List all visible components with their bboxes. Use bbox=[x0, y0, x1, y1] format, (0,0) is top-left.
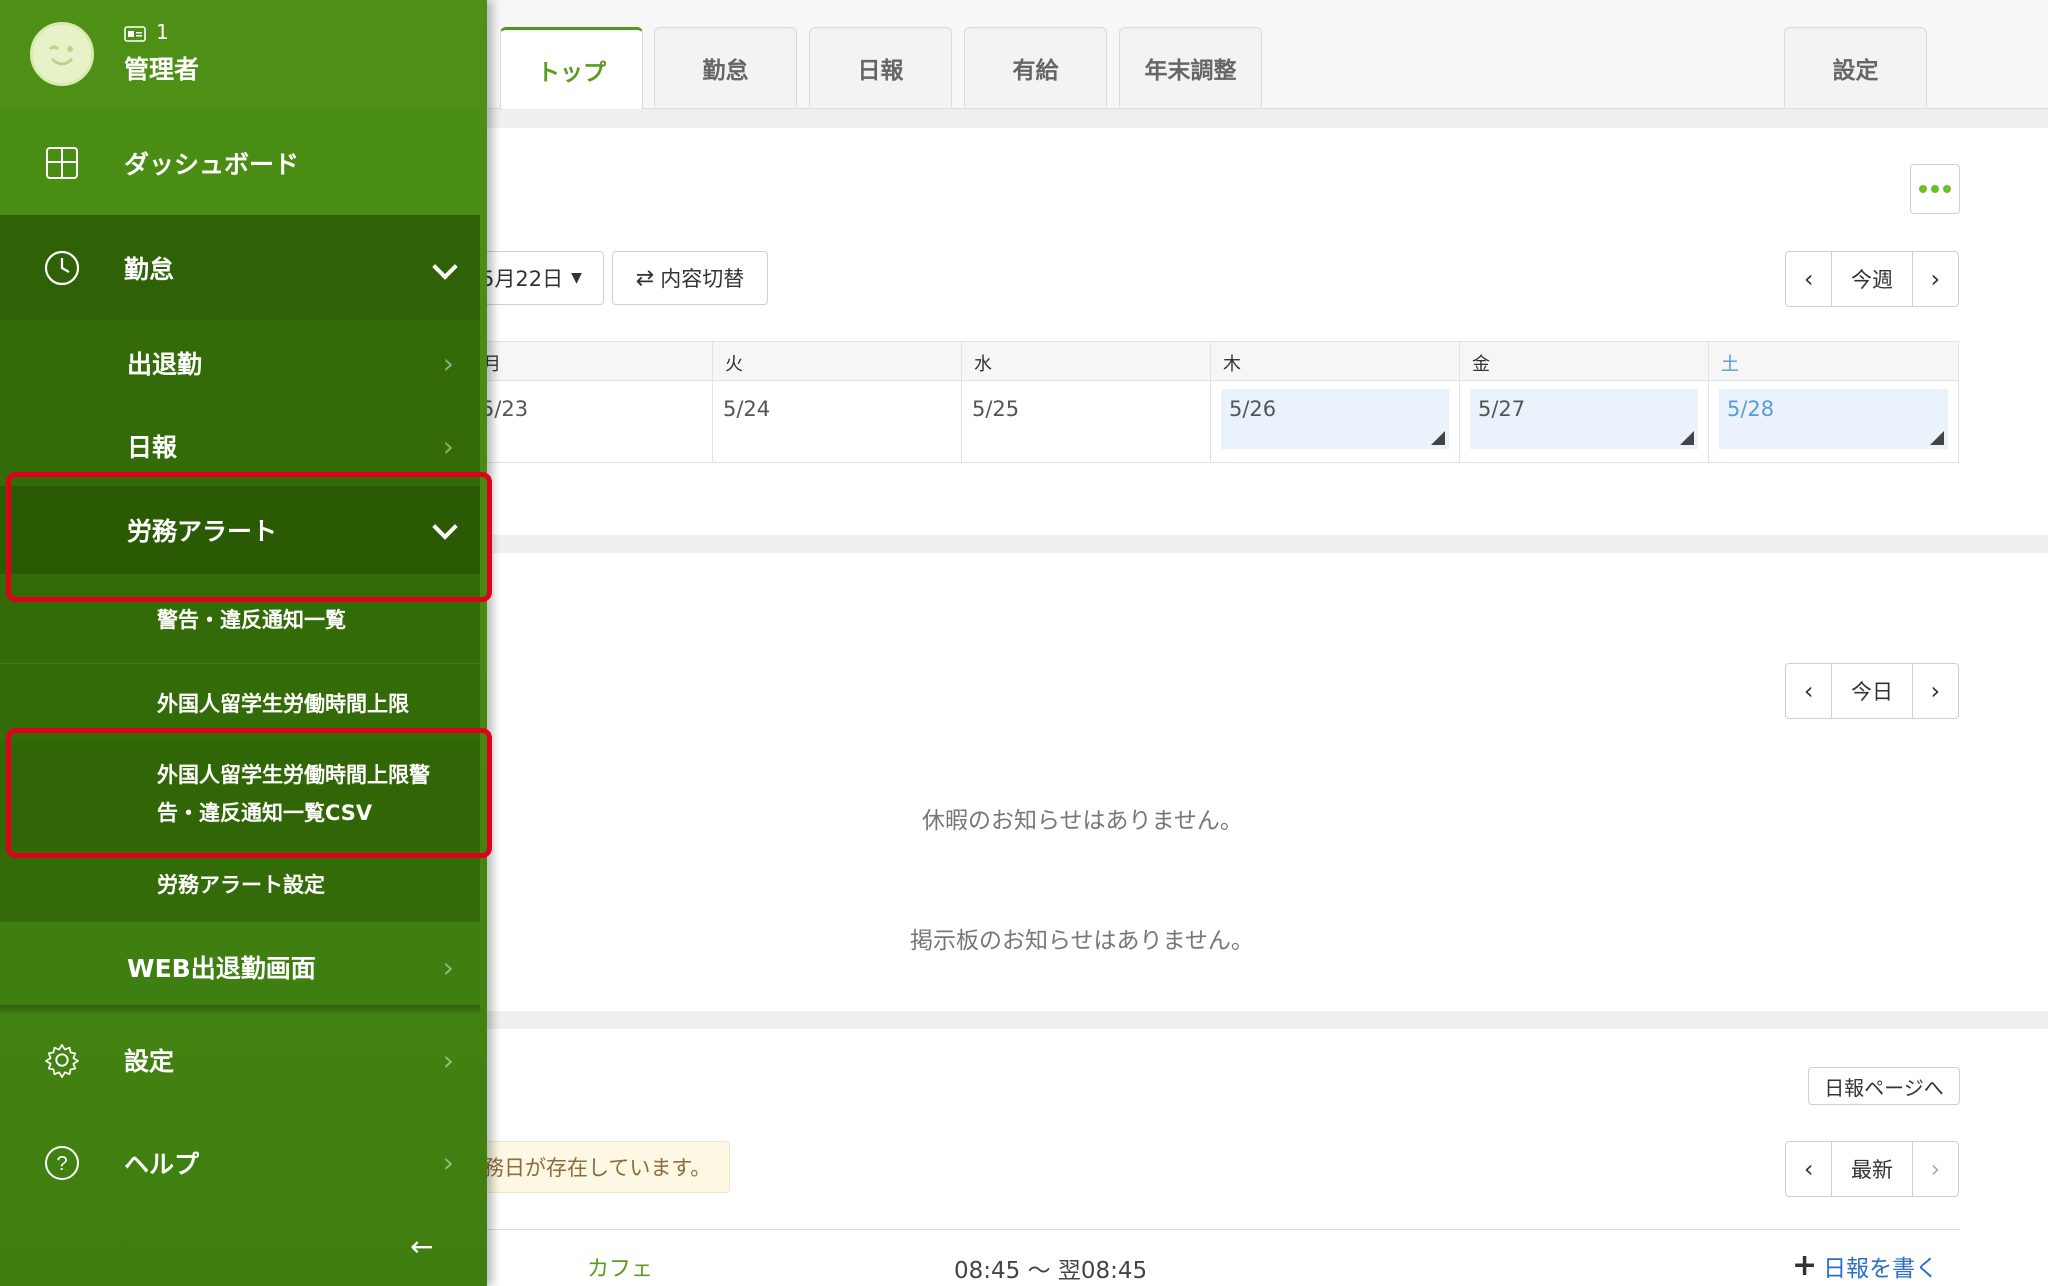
help-icon: ? bbox=[44, 1145, 80, 1181]
sidebar-item-label: 日報 bbox=[127, 433, 178, 462]
day-date-text: 5/27 bbox=[1478, 397, 1526, 421]
tab-year-end[interactable]: 年末調整 bbox=[1119, 27, 1262, 107]
calendar-day[interactable]: 5/24 bbox=[712, 381, 962, 463]
sidebar-item-help[interactable]: ? ヘルプ › bbox=[0, 1115, 480, 1210]
weekday-header: 月 bbox=[470, 341, 713, 381]
divider bbox=[470, 1229, 1960, 1230]
day-date: 5/26 bbox=[1221, 389, 1449, 449]
today-button[interactable]: 今日 bbox=[1831, 664, 1913, 718]
weekday-header: 水 bbox=[961, 341, 1211, 381]
weekday-header-saturday: 土 bbox=[1708, 341, 1959, 381]
tab-settings[interactable]: 設定 bbox=[1784, 27, 1927, 107]
report-time-range: 08:45 ～ 翌08:45 bbox=[954, 1258, 1148, 1284]
clock-icon bbox=[44, 250, 80, 286]
svg-text:?: ? bbox=[56, 1153, 67, 1175]
corner-marker-icon bbox=[1930, 431, 1944, 445]
more-dots-icon bbox=[1919, 185, 1951, 193]
sidebar-item-clock-in-out[interactable]: 出退勤 › bbox=[0, 320, 480, 406]
more-options-button[interactable] bbox=[1910, 164, 1960, 214]
next-day-button[interactable]: › bbox=[1913, 664, 1958, 718]
user-id: 1 bbox=[156, 20, 169, 44]
swap-arrows-icon: ⇄ bbox=[635, 265, 655, 291]
switch-content-button[interactable]: ⇄ 内容切替 bbox=[612, 251, 768, 305]
highlight-box-labor-alert bbox=[6, 472, 492, 602]
divider bbox=[0, 663, 480, 664]
day-date: 5/25 bbox=[972, 397, 1020, 421]
id-card-icon bbox=[124, 26, 146, 42]
chevron-right-icon: › bbox=[442, 1146, 454, 1179]
chevron-right-icon: › bbox=[442, 950, 454, 984]
day-date: 5/24 bbox=[723, 397, 771, 421]
user-name: 管理者 bbox=[124, 55, 200, 84]
daily-report-page-button[interactable]: 日報ページへ bbox=[1808, 1067, 1960, 1105]
day-date-text: 5/26 bbox=[1229, 397, 1277, 421]
sidebar-item-web-clock[interactable]: WEB出退勤画面 › bbox=[0, 922, 480, 1012]
prev-day-button[interactable]: ‹ bbox=[1786, 664, 1831, 718]
sidebar-item-label: WEB出退勤画面 bbox=[127, 954, 316, 983]
report-pager: ‹ 最新 › bbox=[1785, 1141, 1959, 1197]
corner-marker-icon bbox=[1680, 431, 1694, 445]
user-header[interactable]: 1 管理者 bbox=[0, 0, 480, 110]
next-week-button[interactable]: › bbox=[1913, 252, 1958, 306]
dashboard-icon bbox=[44, 145, 80, 181]
calendar-day[interactable]: 5/28 bbox=[1708, 381, 1959, 463]
sidebar: 1 管理者 ダッシュボード 勤怠 出退勤 › 日報 › 労務アラート 警告・違反… bbox=[0, 0, 492, 1286]
plus-icon: + bbox=[1792, 1248, 1818, 1283]
prev-week-button[interactable]: ‹ bbox=[1786, 252, 1831, 306]
day-date-text: 5/28 bbox=[1727, 397, 1775, 421]
day-pager: ‹ 今日 › bbox=[1785, 663, 1959, 719]
board-notice-empty: 掲示板のお知らせはありません。 bbox=[910, 928, 1254, 954]
highlight-box-foreign-limit-csv bbox=[6, 728, 492, 858]
smile-face-icon bbox=[48, 45, 74, 66]
weekday-header: 木 bbox=[1210, 341, 1460, 381]
calendar-day[interactable]: 5/26 bbox=[1210, 381, 1460, 463]
sidebar-item-dashboard[interactable]: ダッシュボード bbox=[0, 110, 480, 215]
tab-top[interactable]: トップ bbox=[500, 27, 643, 109]
prev-report-button[interactable]: ‹ bbox=[1786, 1142, 1831, 1196]
sidebar-item-label: ダッシュボード bbox=[124, 149, 300, 179]
sidebar-item-label: 外国人留学生労働時間上限 bbox=[157, 692, 409, 716]
report-place: カフェ bbox=[587, 1257, 654, 1282]
chevron-right-icon: › bbox=[442, 429, 454, 463]
sidebar-item-attendance[interactable]: 勤怠 bbox=[0, 215, 480, 320]
sidebar-item-label: 警告・違反通知一覧 bbox=[157, 608, 346, 632]
sidebar-item-label: 出退勤 bbox=[127, 350, 203, 379]
write-report-label: 日報を書く bbox=[1823, 1256, 1939, 1282]
sidebar-item-alert-settings[interactable]: 労務アラート設定 bbox=[0, 848, 480, 922]
caret-down-icon: ▼ bbox=[571, 270, 582, 286]
weekday-header: 金 bbox=[1459, 341, 1709, 381]
avatar bbox=[30, 22, 94, 86]
leave-notice-empty: 休暇のお知らせはありません。 bbox=[922, 808, 1243, 834]
calendar-day[interactable]: 5/23 bbox=[470, 381, 713, 463]
week-pager: ‹ 今週 › bbox=[1785, 251, 1959, 307]
tab-attendance[interactable]: 勤怠 bbox=[654, 27, 797, 107]
sidebar-item-label: 設定 bbox=[124, 1047, 175, 1076]
write-report-link[interactable]: + 日報を書く bbox=[1792, 1249, 1938, 1283]
date-select-label: 5月22日 bbox=[481, 267, 564, 291]
sidebar-item-label: 労務アラート設定 bbox=[157, 873, 325, 897]
warning-message: 務日が存在しています。 bbox=[470, 1141, 730, 1193]
chevron-down-icon bbox=[432, 254, 458, 280]
calendar-day[interactable]: 5/25 bbox=[961, 381, 1211, 463]
calendar-day[interactable]: 5/27 bbox=[1459, 381, 1709, 463]
day-date: 5/27 bbox=[1470, 389, 1698, 449]
sidebar-item-label: ヘルプ bbox=[124, 1149, 200, 1179]
gear-icon bbox=[44, 1042, 80, 1078]
switch-content-label: 内容切替 bbox=[660, 267, 745, 291]
latest-report-button[interactable]: 最新 bbox=[1831, 1142, 1913, 1196]
this-week-button[interactable]: 今週 bbox=[1831, 252, 1913, 306]
day-date: 5/23 bbox=[481, 397, 529, 421]
next-report-button[interactable]: › bbox=[1913, 1142, 1958, 1196]
sidebar-item-settings[interactable]: 設定 › bbox=[0, 1015, 480, 1105]
divider-shadow bbox=[0, 1005, 480, 1015]
sidebar-item-label: 勤怠 bbox=[124, 254, 175, 284]
chevron-right-icon: › bbox=[442, 1043, 454, 1077]
day-date: 5/28 bbox=[1719, 389, 1948, 449]
chevron-right-icon: › bbox=[442, 346, 454, 380]
tab-daily-report[interactable]: 日報 bbox=[809, 27, 952, 107]
tab-paid-leave[interactable]: 有給 bbox=[964, 27, 1107, 107]
collapse-sidebar-icon[interactable]: ← bbox=[410, 1230, 433, 1263]
weekday-header: 火 bbox=[712, 341, 962, 381]
corner-marker-icon bbox=[1431, 431, 1445, 445]
